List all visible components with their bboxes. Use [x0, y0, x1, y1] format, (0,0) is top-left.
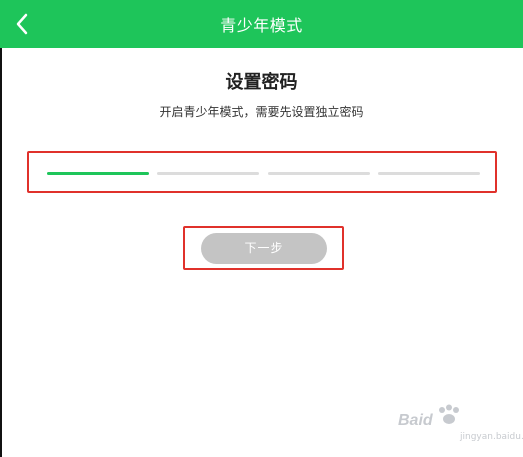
top-navigation-bar: 青少年模式 — [0, 0, 523, 48]
baidu-jingyan-watermark: Baid jingyan.baidu.com — [398, 404, 523, 448]
watermark-brand: Baid — [398, 412, 433, 429]
paw-logo-icon — [439, 404, 459, 424]
set-password-description: 开启青少年模式，需要先设置独立密码 — [159, 105, 364, 119]
next-step-button[interactable]: 下一步 — [201, 233, 327, 264]
password-digit-slot-2[interactable] — [157, 172, 259, 175]
page-title: 青少年模式 — [220, 16, 303, 35]
password-digit-slot-3[interactable] — [268, 172, 370, 175]
password-digit-slot-4[interactable] — [378, 172, 480, 175]
password-digit-slot-1[interactable] — [47, 172, 149, 175]
set-password-heading: 设置密码 — [225, 72, 298, 93]
watermark-url: jingyan.baidu.com — [460, 432, 523, 442]
page: 青少年模式 设置密码 开启青少年模式，需要先设置独立密码 下一步 Baid ji… — [0, 0, 523, 457]
